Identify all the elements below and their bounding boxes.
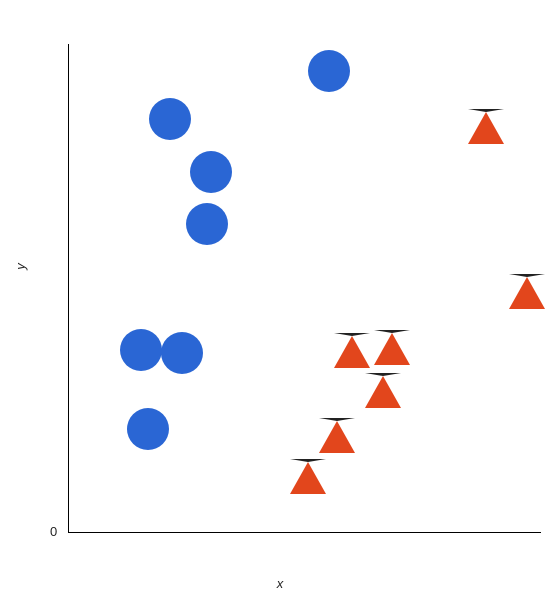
scatter-point-triangle bbox=[365, 373, 401, 408]
scatter-point-circle bbox=[120, 329, 162, 371]
scatter-point-triangle bbox=[334, 333, 370, 368]
scatter-point-circle bbox=[127, 408, 169, 450]
scatter-point-triangle bbox=[468, 109, 504, 144]
x-axis-label: x bbox=[0, 576, 560, 591]
scatter-point-circle bbox=[186, 203, 228, 245]
scatter-point-circle bbox=[149, 98, 191, 140]
axis-origin-label: 0 bbox=[50, 524, 57, 539]
y-axis-label: y bbox=[10, 0, 30, 532]
scatter-point-circle bbox=[161, 332, 203, 374]
scatter-point-circle bbox=[308, 50, 350, 92]
plot-area bbox=[68, 44, 541, 533]
scatter-point-triangle bbox=[509, 274, 545, 309]
scatter-point-triangle bbox=[290, 459, 326, 494]
scatter-point-circle bbox=[190, 151, 232, 193]
scatter-point-triangle bbox=[319, 418, 355, 453]
chart-figure: 0 x y bbox=[0, 0, 560, 599]
scatter-point-triangle bbox=[374, 330, 410, 365]
